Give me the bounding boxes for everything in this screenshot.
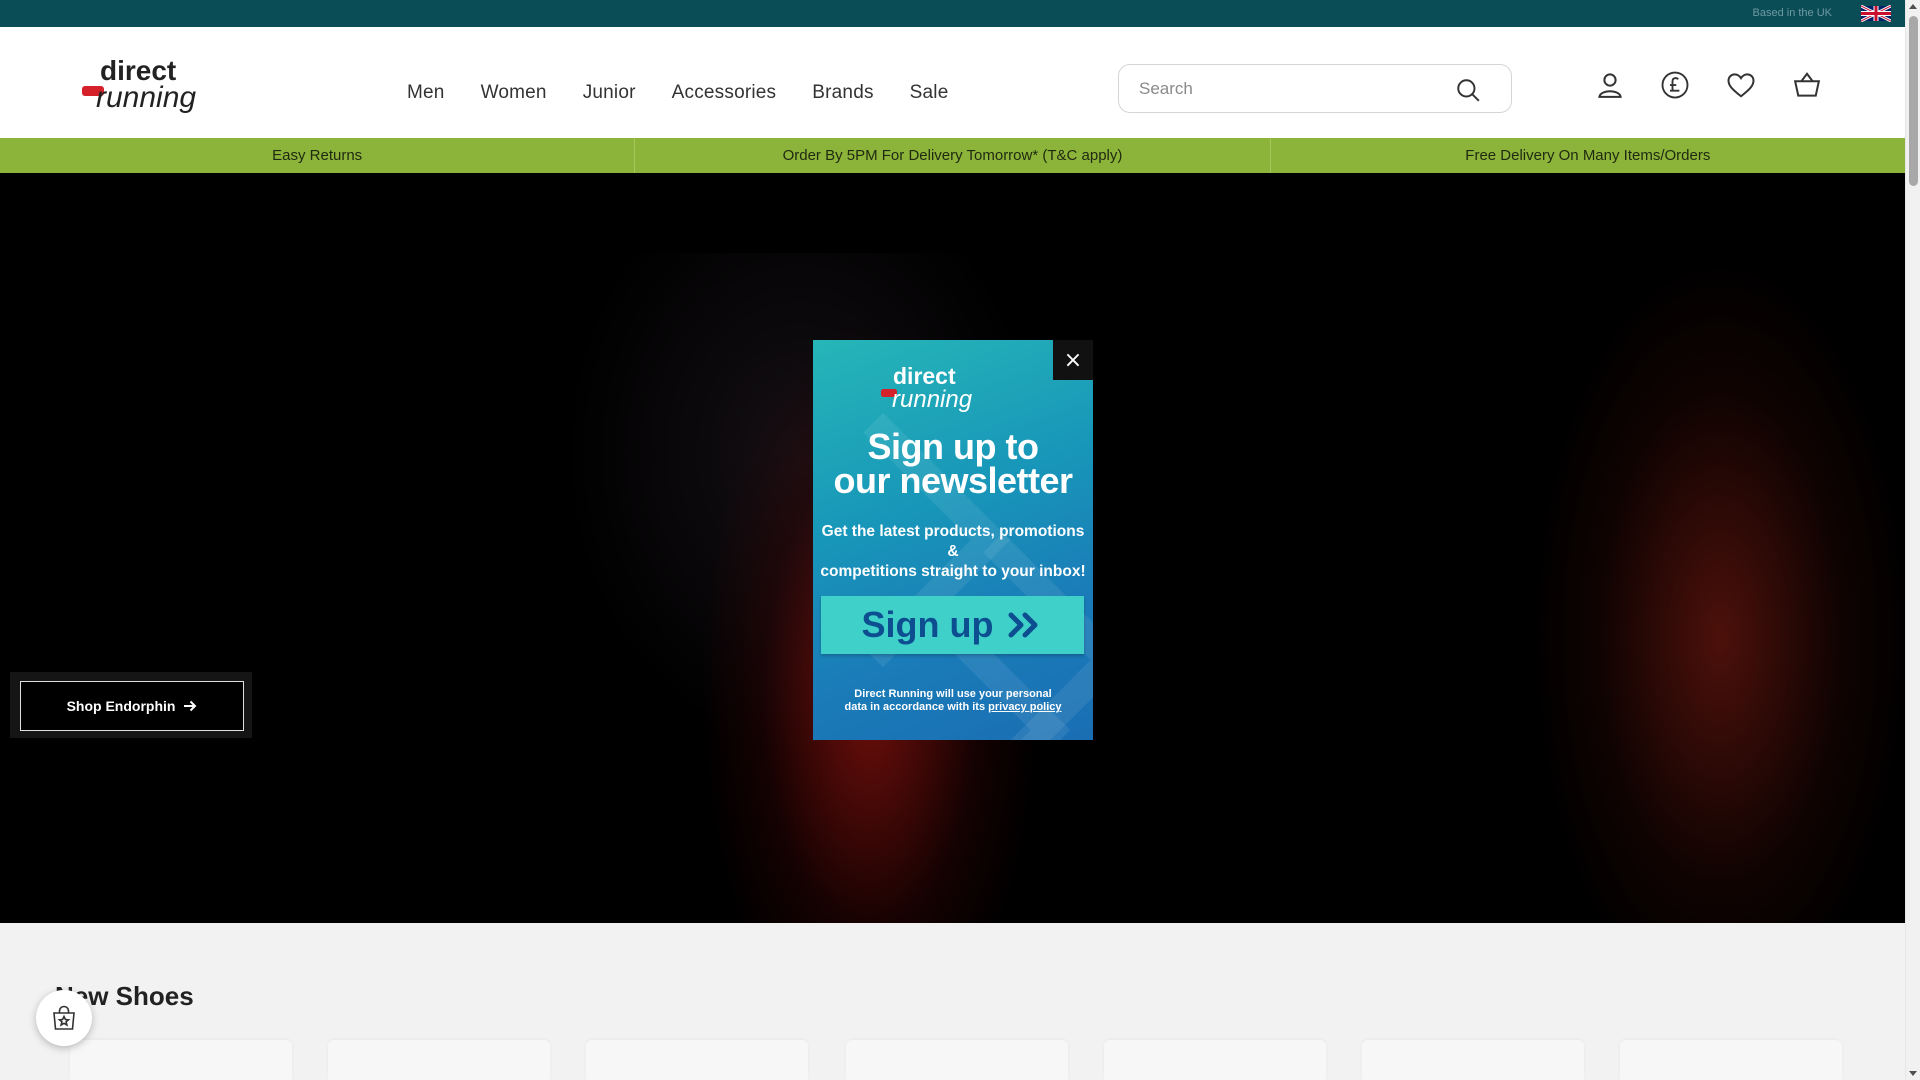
legal-line-2-text: data in accordance with its	[844, 701, 986, 713]
search-box	[1118, 64, 1512, 113]
signup-label: Sign up	[861, 604, 994, 645]
product-card[interactable]	[1362, 1040, 1584, 1080]
trust-badge[interactable]	[36, 990, 92, 1046]
shopping-bag-badge-icon	[53, 1005, 75, 1030]
product-card[interactable]	[586, 1040, 808, 1080]
logo-text-running: running	[96, 81, 196, 114]
basket-icon[interactable]	[1792, 70, 1822, 100]
direct-running-logo[interactable]: direct running	[82, 55, 238, 115]
nav-brands[interactable]: Brands	[812, 82, 873, 104]
nav-sale[interactable]: Sale	[910, 82, 949, 104]
nav-women[interactable]: Women	[481, 82, 547, 104]
account-icon[interactable]	[1595, 70, 1625, 100]
newsletter-popup: direct running Sign up to our newsletter…	[813, 340, 1093, 740]
product-card[interactable]	[328, 1040, 550, 1080]
double-chevron-right-icon	[1008, 612, 1038, 638]
product-carousel	[70, 1040, 1870, 1080]
popup-legal-text: Direct Running will use your personal da…	[823, 688, 1083, 714]
close-icon: ×	[1063, 347, 1083, 373]
wishlist-heart-icon[interactable]	[1726, 70, 1756, 100]
hero-red-glow-right	[1530, 253, 1905, 923]
popup-subtext: Get the latest products, promotions & co…	[819, 522, 1087, 582]
popup-headline-line-1: Sign up to	[867, 426, 1039, 467]
arrow-right-icon	[184, 700, 197, 712]
scroll-down-arrow-icon[interactable]	[1909, 1071, 1917, 1076]
shop-endorphin-button[interactable]: Shop Endorphin	[20, 681, 244, 731]
shop-endorphin-label: Shop Endorphin	[66, 698, 176, 714]
newsletter-signup-button[interactable]: Sign up	[821, 596, 1084, 654]
popup-subtext-line-1: Get the latest products, promotions &	[821, 523, 1085, 560]
currency-pound-icon[interactable]	[1660, 70, 1690, 100]
main-nav: Men Women Junior Accessories Brands Sale	[407, 82, 985, 104]
popup-headline-line-2: our newsletter	[833, 460, 1073, 501]
product-card[interactable]	[1104, 1040, 1326, 1080]
site-header: direct running Men Women Junior Accessor…	[0, 27, 1905, 138]
usp-next-day-delivery[interactable]: Order By 5PM For Delivery Tomorrow* (T&C…	[635, 138, 1271, 173]
nav-accessories[interactable]: Accessories	[672, 82, 777, 104]
usp-easy-returns[interactable]: Easy Returns	[0, 138, 636, 173]
top-bar: Based in the UK	[0, 0, 1905, 27]
privacy-policy-link[interactable]: privacy policy	[988, 701, 1061, 713]
popup-subtext-line-2: competitions straight to your inbox!	[820, 563, 1086, 580]
product-card[interactable]	[1620, 1040, 1842, 1080]
based-in-uk-text: Based in the UK	[1752, 7, 1833, 19]
popup-logo: direct running	[881, 363, 973, 413]
usp-bar: Easy Returns Order By 5PM For Delivery T…	[0, 138, 1905, 173]
legal-line-1: Direct Running will use your personal	[854, 688, 1052, 700]
nav-junior[interactable]: Junior	[583, 82, 636, 104]
scrollbar-thumb[interactable]	[1909, 16, 1918, 186]
popup-logo-running: running	[892, 386, 973, 413]
search-input[interactable]	[1139, 77, 1439, 101]
popup-close-button[interactable]: ×	[1053, 340, 1093, 380]
product-card[interactable]	[846, 1040, 1068, 1080]
legal-line-2: data in accordance with its privacy poli…	[823, 701, 1083, 714]
product-card[interactable]	[70, 1040, 292, 1080]
usp-free-delivery[interactable]: Free Delivery On Many Items/Orders	[1271, 138, 1905, 173]
page-scrollbar[interactable]	[1905, 0, 1920, 1080]
scroll-up-arrow-icon[interactable]	[1909, 4, 1917, 9]
nav-men[interactable]: Men	[407, 82, 445, 104]
popup-headline: Sign up to our newsletter	[813, 426, 1093, 501]
search-icon[interactable]	[1455, 77, 1481, 103]
uk-flag-icon[interactable]	[1861, 5, 1891, 22]
